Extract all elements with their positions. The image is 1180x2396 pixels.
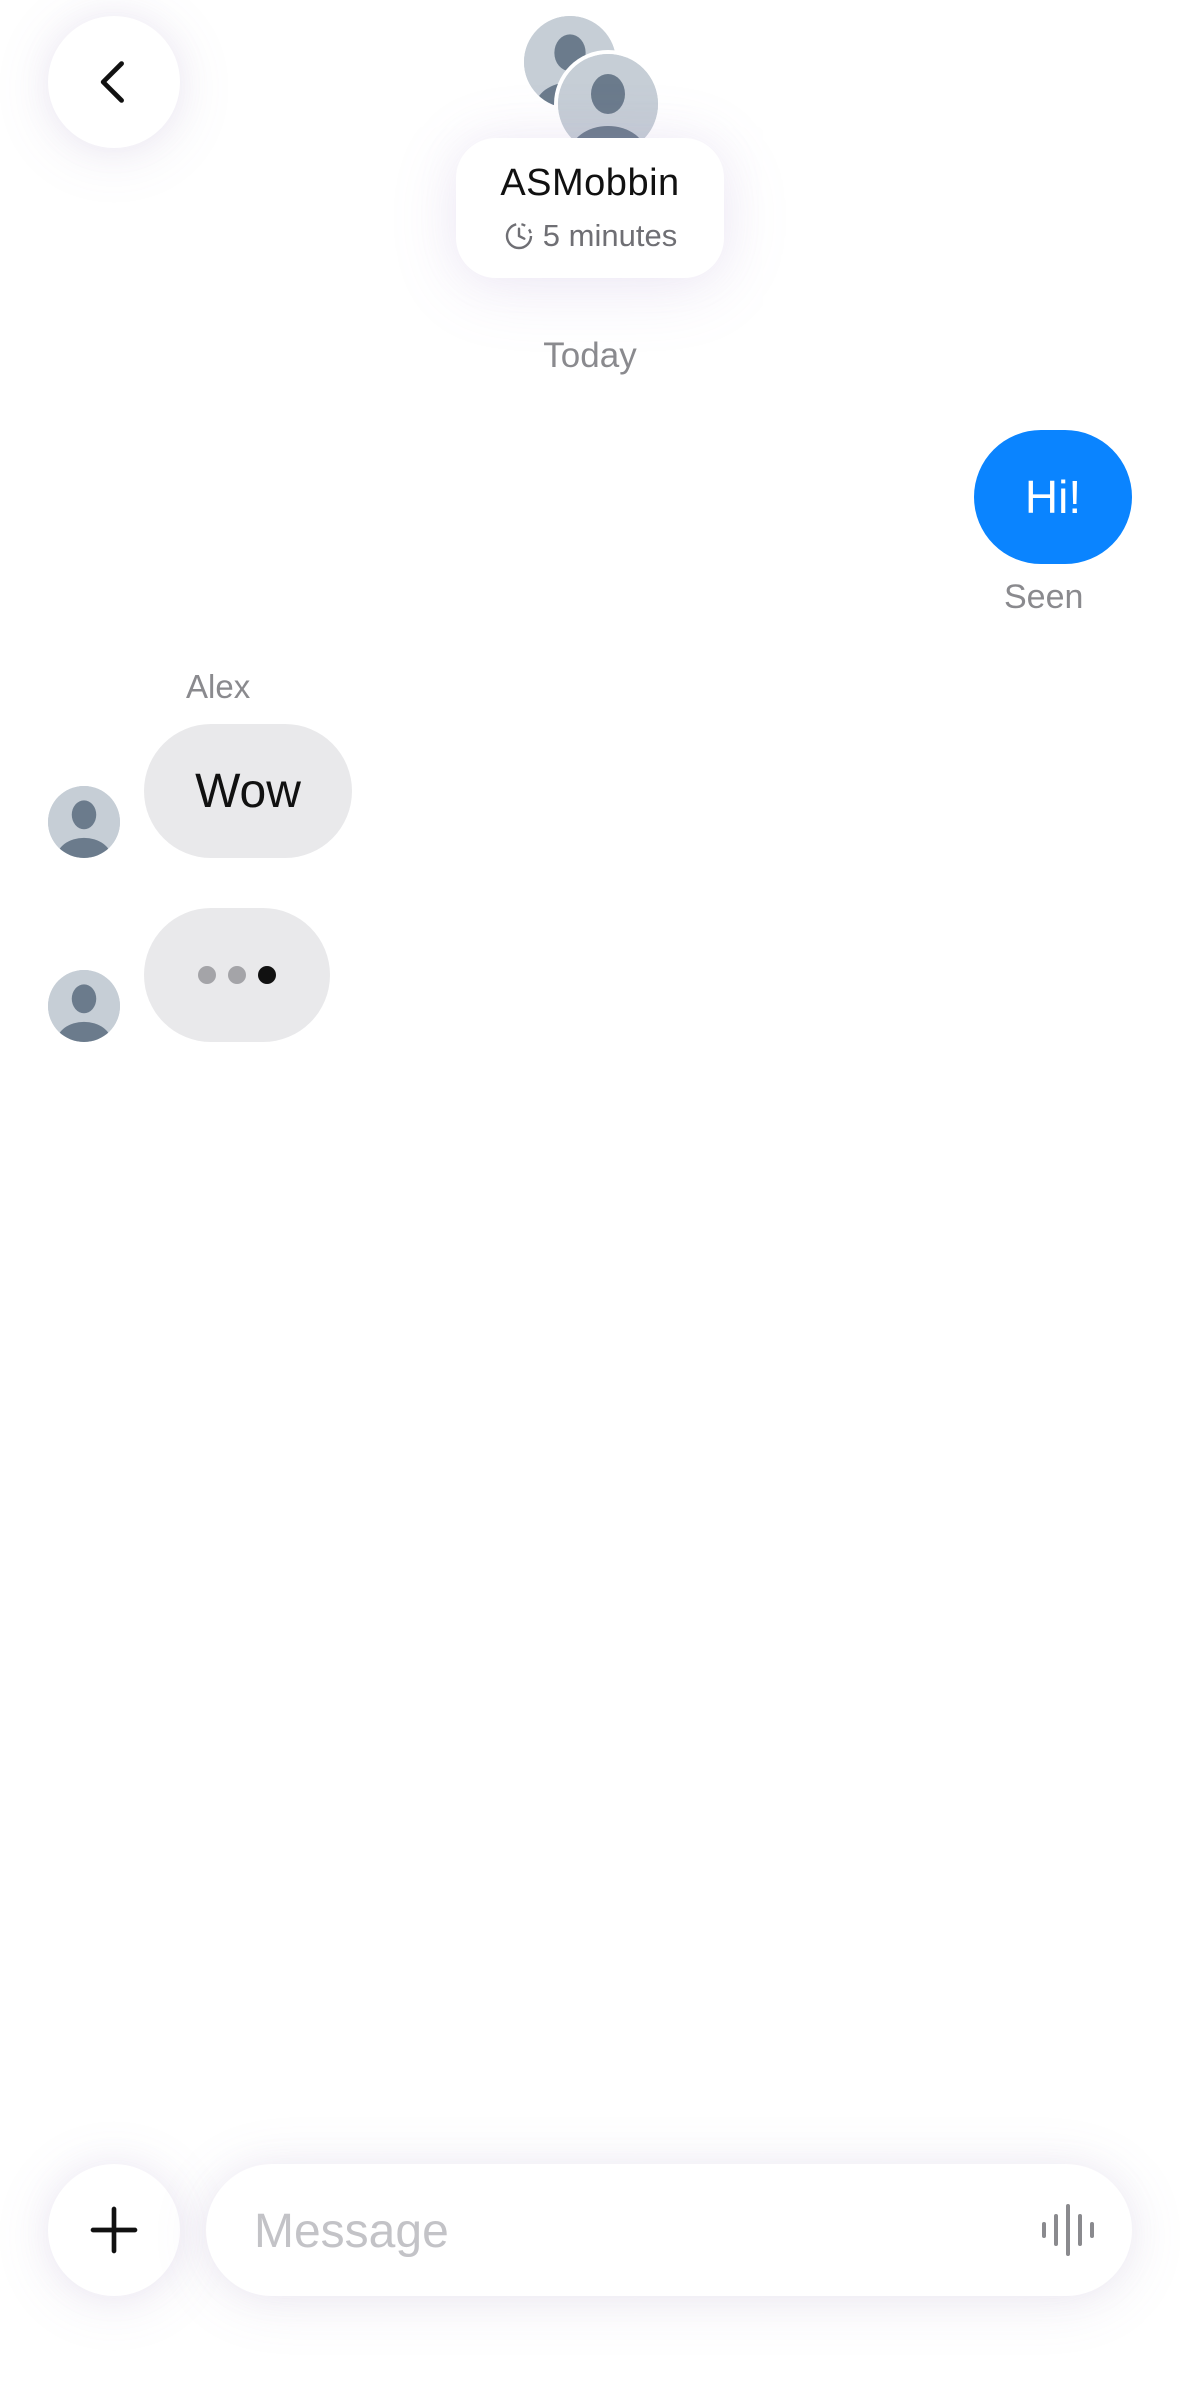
voice-message-button[interactable] (1038, 2200, 1098, 2260)
conversation-header[interactable]: ASMobbin 5 minutes (456, 138, 724, 278)
typing-dot (228, 966, 246, 984)
back-button[interactable] (48, 16, 180, 148)
add-attachment-button[interactable] (48, 2164, 180, 2296)
person-icon (48, 970, 120, 1042)
waveform-icon (1042, 2204, 1094, 2256)
incoming-message[interactable]: Wow (144, 724, 352, 858)
typing-dot (198, 966, 216, 984)
chevron-left-icon (100, 61, 124, 103)
person-icon (48, 786, 120, 858)
timer-label: 5 minutes (542, 218, 678, 253)
outgoing-message[interactable]: Hi! (974, 430, 1132, 564)
message-input[interactable] (252, 2188, 1016, 2274)
typing-indicator (144, 908, 330, 1042)
date-separator: Today (543, 336, 637, 375)
timer-icon (505, 222, 532, 250)
sender-avatar[interactable] (48, 786, 120, 858)
typing-avatar[interactable] (48, 970, 120, 1042)
conversation-title: ASMobbin (500, 162, 680, 204)
disappearing-timer: 5 minutes (456, 218, 724, 254)
typing-dot (258, 966, 276, 984)
sender-name: Alex (186, 668, 251, 705)
read-receipt: Seen (1004, 578, 1084, 616)
message-composer[interactable] (206, 2164, 1132, 2296)
plus-icon (90, 2206, 138, 2254)
